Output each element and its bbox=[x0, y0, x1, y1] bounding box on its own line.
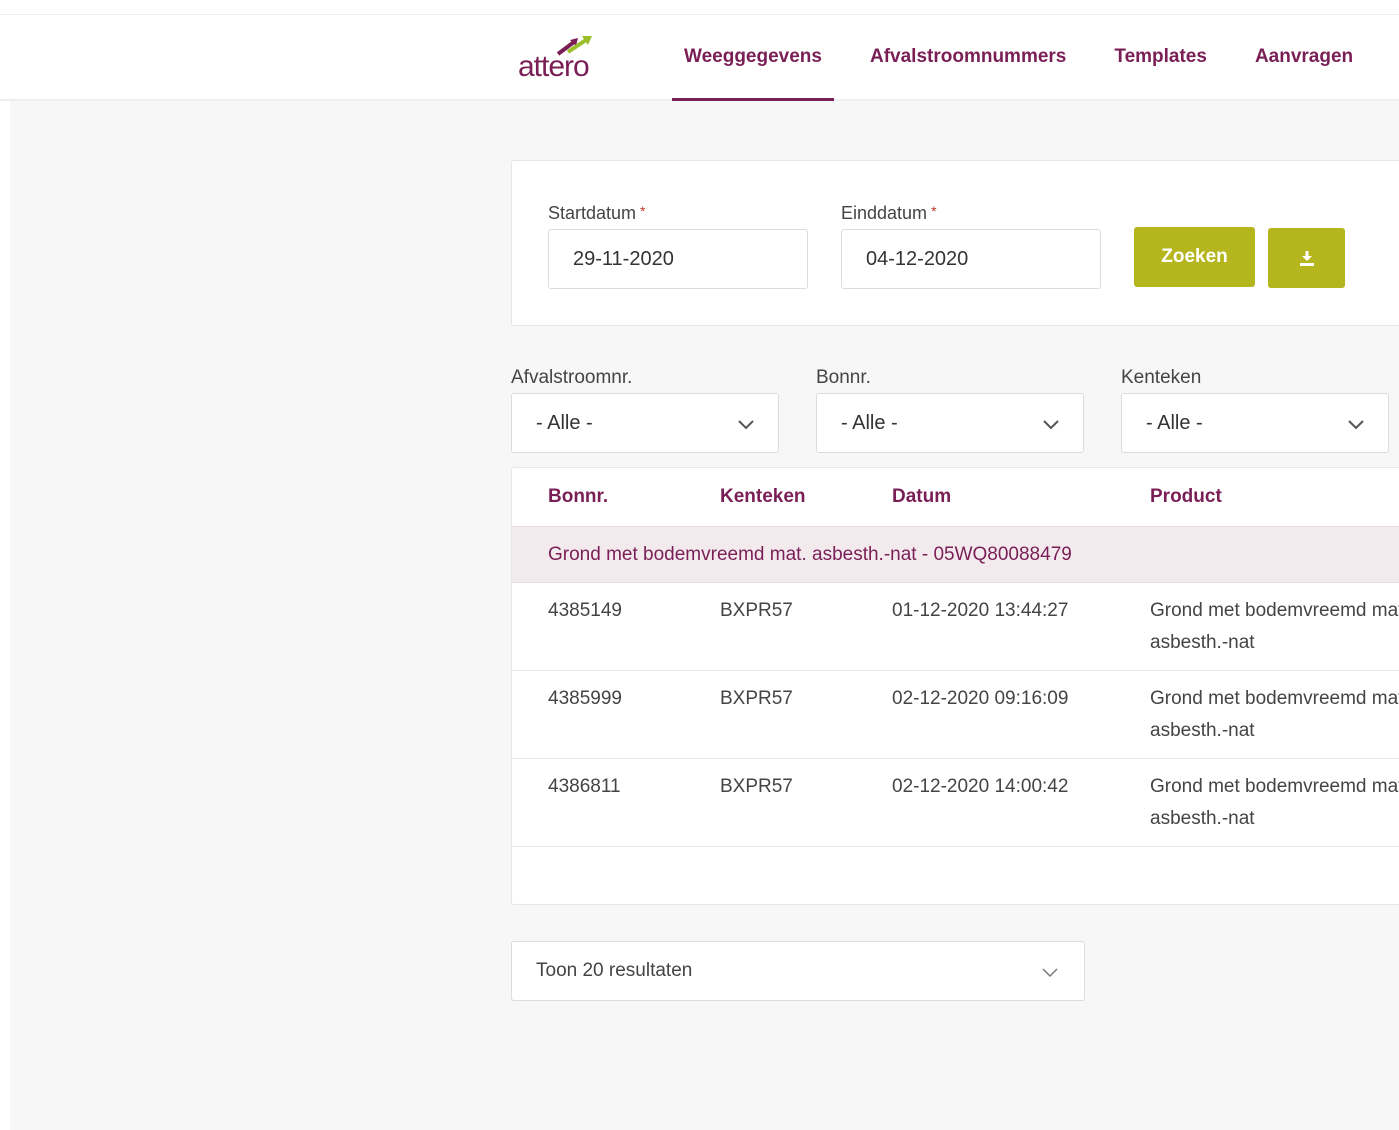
download-button[interactable] bbox=[1268, 228, 1345, 288]
chevron-down-icon bbox=[1348, 420, 1364, 430]
table-row[interactable]: 4385149 BXPR57 01-12-2020 13:44:27 Grond… bbox=[512, 583, 1399, 671]
cell-bonnr: 4386811 bbox=[548, 776, 621, 797]
afvalstroomnr-select[interactable]: - Alle - bbox=[511, 393, 779, 453]
group-label: Grond met bodemvreemd mat. asbesth.-nat … bbox=[548, 544, 1072, 565]
column-header-product[interactable]: Product bbox=[1150, 486, 1222, 508]
nav-templates[interactable]: Templates bbox=[1102, 15, 1219, 101]
table-group-row[interactable]: Grond met bodemvreemd mat. asbesth.-nat … bbox=[512, 526, 1399, 583]
start-date-label-text: Startdatum bbox=[548, 203, 637, 223]
results-table: Bonnr. Kenteken Datum Product Grond met … bbox=[511, 467, 1399, 905]
kenteken-select-value: - Alle - bbox=[1146, 411, 1203, 434]
column-header-kenteken[interactable]: Kenteken bbox=[720, 486, 806, 508]
bonnr-select[interactable]: - Alle - bbox=[816, 393, 1084, 453]
cell-datum: 01-12-2020 13:44:27 bbox=[892, 600, 1069, 621]
chevron-down-icon bbox=[738, 420, 754, 430]
nav-afvalstroomnummers[interactable]: Afvalstroomnummers bbox=[858, 15, 1078, 101]
cell-kenteken: BXPR57 bbox=[720, 600, 793, 621]
bonnr-select-value: - Alle - bbox=[841, 411, 898, 434]
cell-kenteken: BXPR57 bbox=[720, 688, 793, 709]
browser-top-strip bbox=[0, 0, 1399, 15]
kenteken-select[interactable]: - Alle - bbox=[1121, 393, 1389, 453]
end-date-label: Einddatum * bbox=[841, 203, 937, 224]
download-icon bbox=[1299, 251, 1314, 266]
start-date-label: Startdatum * bbox=[548, 203, 646, 224]
end-date-label-text: Einddatum bbox=[841, 203, 928, 223]
table-row[interactable]: 4385999 BXPR57 02-12-2020 09:16:09 Grond… bbox=[512, 671, 1399, 759]
required-marker: * bbox=[931, 203, 937, 219]
kenteken-filter-label: Kenteken bbox=[1121, 367, 1202, 388]
required-marker: * bbox=[640, 203, 646, 219]
chevron-down-icon bbox=[1042, 968, 1058, 978]
nav-weeggegevens[interactable]: Weeggegevens bbox=[672, 15, 834, 101]
cell-datum: 02-12-2020 09:16:09 bbox=[892, 688, 1069, 709]
bonnr-filter-label: Bonnr. bbox=[816, 367, 871, 388]
cell-product: Grond met bodemvreemd mat. asbesth.-nat bbox=[1150, 776, 1399, 829]
chevron-down-icon bbox=[1043, 420, 1059, 430]
nav-aanvragen[interactable]: Aanvragen bbox=[1243, 15, 1365, 101]
cell-bonnr: 4385149 bbox=[548, 600, 622, 621]
afvalstroomnr-filter-label: Afvalstroomnr. bbox=[511, 367, 633, 388]
search-button[interactable]: Zoeken bbox=[1134, 227, 1255, 287]
main-nav: Weeggegevens Afvalstroomnummers Template… bbox=[672, 15, 1389, 101]
column-header-bonnr[interactable]: Bonnr. bbox=[548, 486, 608, 508]
end-date-input[interactable] bbox=[841, 229, 1101, 289]
results-per-page-select[interactable]: Toon 20 resultaten bbox=[511, 941, 1085, 1001]
results-per-page-value: Toon 20 resultaten bbox=[536, 960, 693, 981]
date-filter-card: Startdatum* Einddatum* Zoeken bbox=[511, 160, 1399, 326]
attero-logo[interactable]: attero bbox=[518, 34, 598, 84]
afvalstroomnr-select-value: - Alle - bbox=[536, 411, 593, 434]
logo-text: attero bbox=[518, 50, 590, 83]
start-date-input[interactable] bbox=[548, 229, 808, 289]
table-row[interactable]: 4386811 BXPR57 02-12-2020 14:00:42 Grond… bbox=[512, 759, 1399, 847]
cell-bonnr: 4385999 bbox=[548, 688, 622, 709]
cell-kenteken: BXPR57 bbox=[720, 776, 793, 797]
cell-datum: 02-12-2020 14:00:42 bbox=[892, 776, 1069, 797]
cell-product: Grond met bodemvreemd mat. asbesth.-nat bbox=[1150, 688, 1399, 741]
column-header-datum[interactable]: Datum bbox=[892, 486, 951, 508]
cell-product: Grond met bodemvreemd mat. asbesth.-nat bbox=[1150, 600, 1399, 653]
